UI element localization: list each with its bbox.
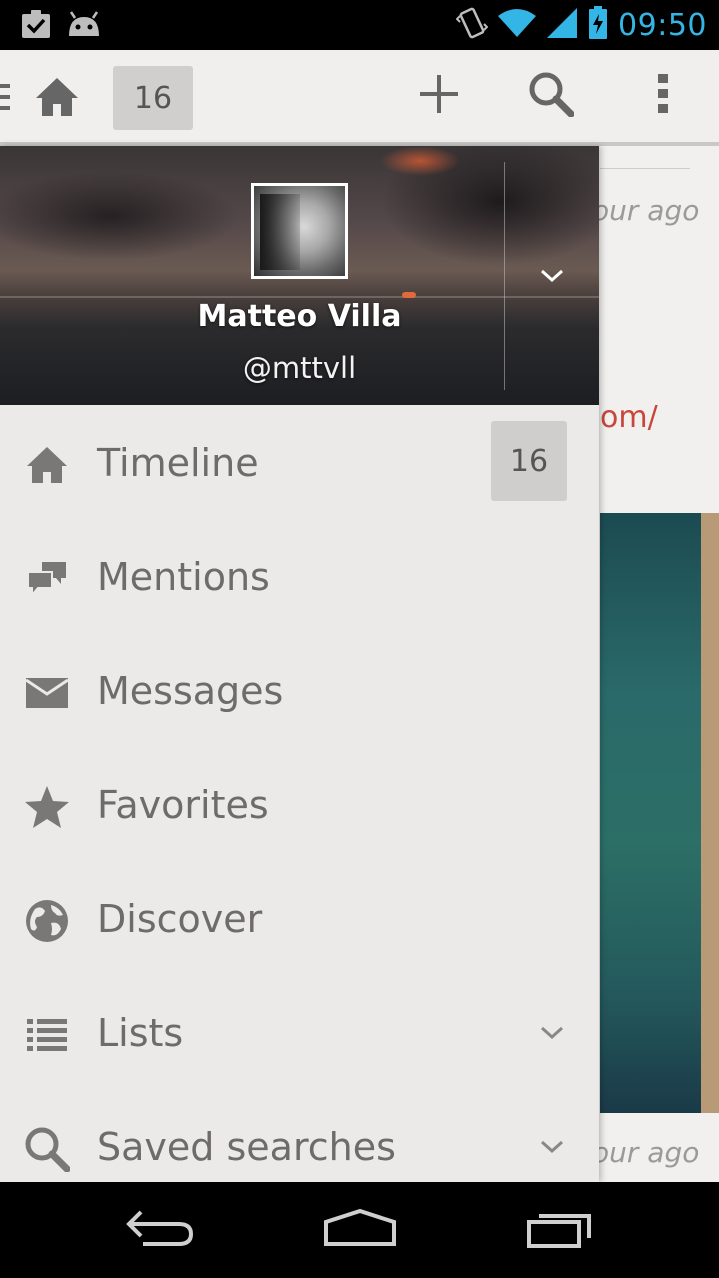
search-icon <box>528 71 575 122</box>
drawer-item-label: Favorites <box>97 783 269 827</box>
android-icon <box>66 9 102 44</box>
drawer-item-label: Mentions <box>97 555 270 599</box>
back-icon <box>125 1208 195 1253</box>
tweet-image[interactable] <box>600 513 719 1113</box>
chevron-down-icon[interactable] <box>532 1129 572 1165</box>
home-up-button[interactable] <box>0 50 100 142</box>
unread-count-badge[interactable]: 16 <box>113 66 193 130</box>
navigation-drawer: Matteo Villa @mttvll Timeline 16 Mention… <box>0 146 599 1182</box>
tweet-time: our ago <box>592 194 700 227</box>
add-button[interactable] <box>398 50 480 142</box>
drawer-indicator-icon <box>0 84 10 115</box>
profile-name: Matteo Villa <box>197 299 402 334</box>
drawer-item-label: Lists <box>97 1011 184 1055</box>
drawer-item-discover[interactable]: Discover <box>0 861 599 975</box>
home-icon <box>34 76 80 123</box>
search-icon <box>24 1126 70 1172</box>
action-bar: 16 <box>0 50 719 146</box>
star-icon <box>24 784 70 830</box>
chevron-down-icon[interactable] <box>532 1015 572 1051</box>
avatar[interactable] <box>251 183 348 279</box>
drawer-item-favorites[interactable]: Favorites <box>0 747 599 861</box>
home-nav-button[interactable] <box>310 1200 410 1260</box>
profile-header[interactable]: Matteo Villa @mttvll <box>0 146 599 405</box>
drawer-item-label: Timeline <box>97 441 259 485</box>
chat-bubbles-icon <box>24 556 70 602</box>
vibrate-icon <box>455 6 489 45</box>
wifi-icon <box>498 8 537 43</box>
task-check-icon <box>20 9 52 44</box>
profile-handle: @mttvll <box>242 351 357 385</box>
add-icon <box>420 74 458 118</box>
home-icon <box>24 442 70 488</box>
signal-icon <box>546 7 578 44</box>
drawer-item-mentions[interactable]: Mentions <box>0 519 599 633</box>
drawer-item-timeline[interactable]: Timeline 16 <box>0 405 599 519</box>
drawer-item-lists[interactable]: Lists <box>0 975 599 1089</box>
search-button[interactable] <box>508 50 594 142</box>
chevron-down-icon <box>540 269 564 288</box>
status-bar: 09:50 <box>0 0 719 50</box>
overflow-menu-icon <box>657 73 669 119</box>
drawer-item-label: Saved searches <box>97 1125 396 1169</box>
drawer-item-label: Messages <box>97 669 284 713</box>
drawer-item-label: Discover <box>97 897 263 941</box>
tweet-link[interactable]: om/ <box>600 400 658 435</box>
status-clock: 09:50 <box>618 8 707 43</box>
overflow-menu-button[interactable] <box>625 50 701 142</box>
timeline-count-badge: 16 <box>491 421 567 501</box>
system-navigation-bar <box>0 1182 719 1278</box>
home-icon <box>322 1208 398 1253</box>
list-icon <box>24 1012 70 1058</box>
tweet-time-2: our ago <box>592 1136 700 1169</box>
battery-charging-icon <box>588 6 608 45</box>
recents-icon <box>525 1208 595 1253</box>
globe-icon <box>24 898 70 944</box>
back-button[interactable] <box>110 1200 210 1260</box>
envelope-icon <box>24 670 70 716</box>
drawer-item-messages[interactable]: Messages <box>0 633 599 747</box>
recents-button[interactable] <box>510 1200 610 1260</box>
divider <box>600 168 690 169</box>
account-switcher-button[interactable] <box>530 258 574 298</box>
